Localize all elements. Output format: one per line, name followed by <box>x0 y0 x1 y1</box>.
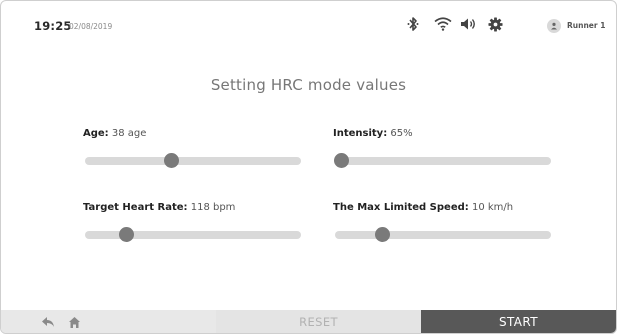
intensity-slider-thumb[interactable] <box>333 153 349 168</box>
age-slider[interactable] <box>85 153 301 168</box>
max-speed-slider-thumb[interactable] <box>375 227 391 242</box>
max-speed-setting: The Max Limited Speed: 10 km/h <box>333 202 563 242</box>
max-speed-label-text: The Max Limited Speed: <box>333 202 469 213</box>
target-heart-rate-value: 118 bpm <box>190 202 236 213</box>
bottom-bar: RESET START <box>1 310 616 333</box>
start-button[interactable]: START <box>421 310 616 333</box>
home-icon[interactable] <box>67 315 81 329</box>
age-slider-thumb[interactable] <box>163 153 179 168</box>
target-heart-rate-label-text: Target Heart Rate: <box>83 202 188 213</box>
max-speed-slider[interactable] <box>335 227 551 242</box>
intensity-label: Intensity: 65% <box>333 128 563 139</box>
age-setting: Age: 38 age <box>83 128 313 168</box>
age-label-text: Age: <box>83 128 109 139</box>
intensity-slider[interactable] <box>333 153 551 168</box>
wifi-icon[interactable] <box>433 14 453 34</box>
bluetooth-icon[interactable] <box>403 14 423 34</box>
intensity-setting: Intensity: 65% <box>333 128 563 168</box>
back-arrow-icon[interactable] <box>41 315 55 329</box>
page-title: Setting HRC mode values <box>210 76 407 94</box>
target-heart-rate-label: Target Heart Rate: 118 bpm <box>83 202 313 213</box>
status-bar: 19:25 02/08/2019 Runner 1 <box>1 1 616 41</box>
max-speed-value: 10 km/h <box>471 202 514 213</box>
reset-button[interactable]: RESET <box>216 310 421 333</box>
app-screen: 19:25 02/08/2019 Runner 1 Setting HRC mo… <box>0 0 617 334</box>
volume-icon[interactable] <box>459 14 479 34</box>
age-value: 38 age <box>111 128 147 139</box>
target-heart-rate-slider-thumb[interactable] <box>118 227 134 242</box>
intensity-value: 65% <box>390 128 413 139</box>
user-name[interactable]: Runner 1 <box>567 21 605 30</box>
target-heart-rate-slider[interactable] <box>85 227 301 242</box>
age-label: Age: 38 age <box>83 128 313 139</box>
settings-gear-icon[interactable] <box>485 14 505 34</box>
max-speed-label: The Max Limited Speed: 10 km/h <box>333 202 563 213</box>
clock-date: 02/08/2019 <box>69 22 113 31</box>
target-heart-rate-setting: Target Heart Rate: 118 bpm <box>83 202 313 242</box>
user-avatar-icon[interactable] <box>547 19 561 33</box>
intensity-label-text: Intensity: <box>333 128 388 139</box>
clock-time: 19:25 <box>34 19 72 33</box>
nav-area <box>1 310 216 333</box>
